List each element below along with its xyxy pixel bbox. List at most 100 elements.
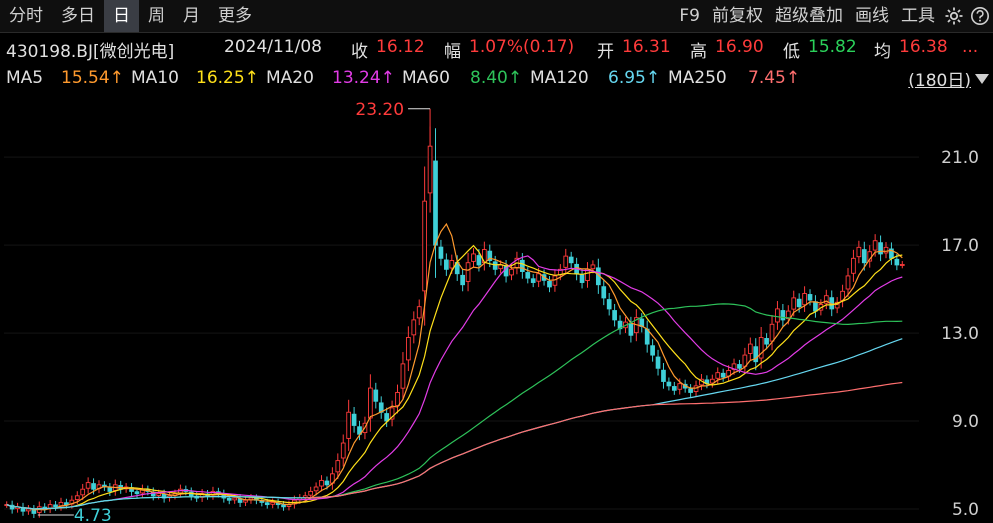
stock-code-name: 430198.BJ[微创光电] — [6, 42, 175, 62]
high-value: 16.90 — [715, 37, 764, 57]
candle-body — [471, 253, 476, 262]
candle-body — [747, 343, 753, 354]
candle-body — [416, 306, 422, 319]
range-label: (180日) — [908, 70, 971, 91]
tools-button[interactable]: 工具 — [895, 0, 941, 32]
y-tick-label: 5.0 — [952, 500, 979, 520]
ma5-label: MA5 — [6, 68, 44, 88]
overlay-button[interactable]: 超级叠加 — [769, 0, 849, 32]
low-value: 15.82 — [808, 37, 857, 57]
candle-body — [232, 497, 238, 501]
period-tabs: 分时 多日 日 周 月 更多 — [0, 0, 261, 32]
candle-body — [400, 363, 406, 389]
y-tick-label: 13.0 — [941, 324, 979, 344]
candle-body — [720, 372, 726, 378]
candle-body — [845, 275, 851, 290]
candle-body — [422, 200, 427, 292]
tab-weekly[interactable]: 周 — [139, 0, 174, 32]
candle-body — [465, 262, 471, 282]
candle-body — [807, 294, 813, 301]
candle-body — [775, 308, 780, 323]
candle-body — [324, 480, 330, 486]
candle-body — [107, 487, 113, 492]
candle-body — [872, 240, 878, 251]
adjust-button[interactable]: 前复权 — [706, 0, 769, 32]
candle-body — [319, 479, 324, 487]
y-tick-label: 21.0 — [941, 148, 979, 168]
help-icon[interactable] — [967, 0, 993, 32]
tab-intraday[interactable]: 分时 — [0, 0, 52, 32]
ma-line-ma60 — [6, 303, 903, 510]
candle-body — [606, 299, 612, 310]
candle-body — [509, 268, 514, 276]
kline-chart[interactable]: 21.0 17.0 13.0 9.0 5.0 23.20 4.73 — [0, 92, 993, 523]
candle-body — [894, 258, 900, 266]
ma5-value: 15.54↑ — [61, 68, 124, 88]
f9-button[interactable]: F9 — [673, 0, 706, 32]
ma20-label: MA20 — [266, 68, 314, 88]
ma120-value: 6.95↑ — [608, 68, 661, 88]
close-value: 16.12 — [376, 37, 425, 57]
candle-body — [308, 490, 314, 496]
y-tick-label: 17.0 — [941, 236, 979, 256]
candle-body — [476, 255, 482, 266]
ma120-label: MA120 — [530, 68, 589, 88]
candle-body — [780, 310, 786, 321]
candle-body — [85, 482, 91, 489]
candle-body — [590, 264, 596, 270]
ma20-value: 13.24↑ — [332, 68, 395, 88]
high-label: 高 — [690, 42, 707, 62]
candle-body — [579, 274, 585, 283]
tab-more[interactable]: 更多 — [209, 0, 261, 32]
candle-body — [563, 255, 569, 268]
candle-body — [883, 246, 889, 254]
candle-body — [655, 356, 661, 369]
candle-body — [74, 495, 80, 500]
range-selector[interactable]: (180日) — [908, 64, 993, 92]
avg-value: 16.38 — [899, 37, 948, 57]
candle-body — [406, 337, 411, 361]
candle-body — [568, 256, 574, 264]
min-price-label: 4.73 — [74, 506, 112, 523]
candle-body — [80, 488, 86, 496]
candle-body — [444, 259, 449, 270]
tab-multi-day[interactable]: 多日 — [52, 0, 104, 32]
candle-body — [384, 413, 390, 422]
candle-body — [335, 460, 341, 473]
ma-legend: MA5 15.54↑ MA10 16.25↑ MA20 13.24↑ MA60 … — [0, 64, 993, 92]
ma-line-ma250 — [305, 381, 903, 499]
candle-body — [427, 145, 433, 194]
ma10-label: MA10 — [131, 68, 179, 88]
candle-body — [281, 504, 286, 508]
candle-body — [449, 260, 455, 269]
candle-body — [53, 504, 58, 508]
tab-daily[interactable]: 日 — [104, 0, 139, 32]
quote-date: 2024/11/08 — [224, 37, 322, 57]
open-value: 16.31 — [622, 37, 671, 57]
candle-body — [899, 264, 905, 266]
candle-body — [519, 259, 525, 272]
candle-body — [661, 369, 666, 382]
candle-body — [270, 501, 276, 505]
ma10-value: 16.25↑ — [196, 68, 259, 88]
candle-body — [156, 493, 162, 496]
ma250-label: MA250 — [668, 68, 727, 88]
avg-label: 均 — [874, 42, 891, 62]
more-ellipsis[interactable]: ... — [962, 37, 978, 57]
candle-body — [791, 297, 797, 310]
candle-body — [796, 298, 802, 308]
ma-line-ma10 — [6, 244, 903, 510]
candle-body — [628, 323, 634, 336]
candle-body — [536, 273, 541, 282]
gear-icon[interactable] — [941, 0, 967, 32]
draw-button[interactable]: 画线 — [849, 0, 895, 32]
candle-body — [802, 293, 807, 306]
candle-body — [737, 364, 742, 369]
candle-body — [346, 411, 352, 439]
tab-monthly[interactable]: 月 — [174, 0, 209, 32]
change-label: 幅 — [444, 42, 461, 62]
close-label: 收 — [351, 42, 368, 62]
candle-body — [373, 389, 379, 402]
candle-body — [525, 272, 531, 279]
candle-body — [851, 257, 856, 274]
